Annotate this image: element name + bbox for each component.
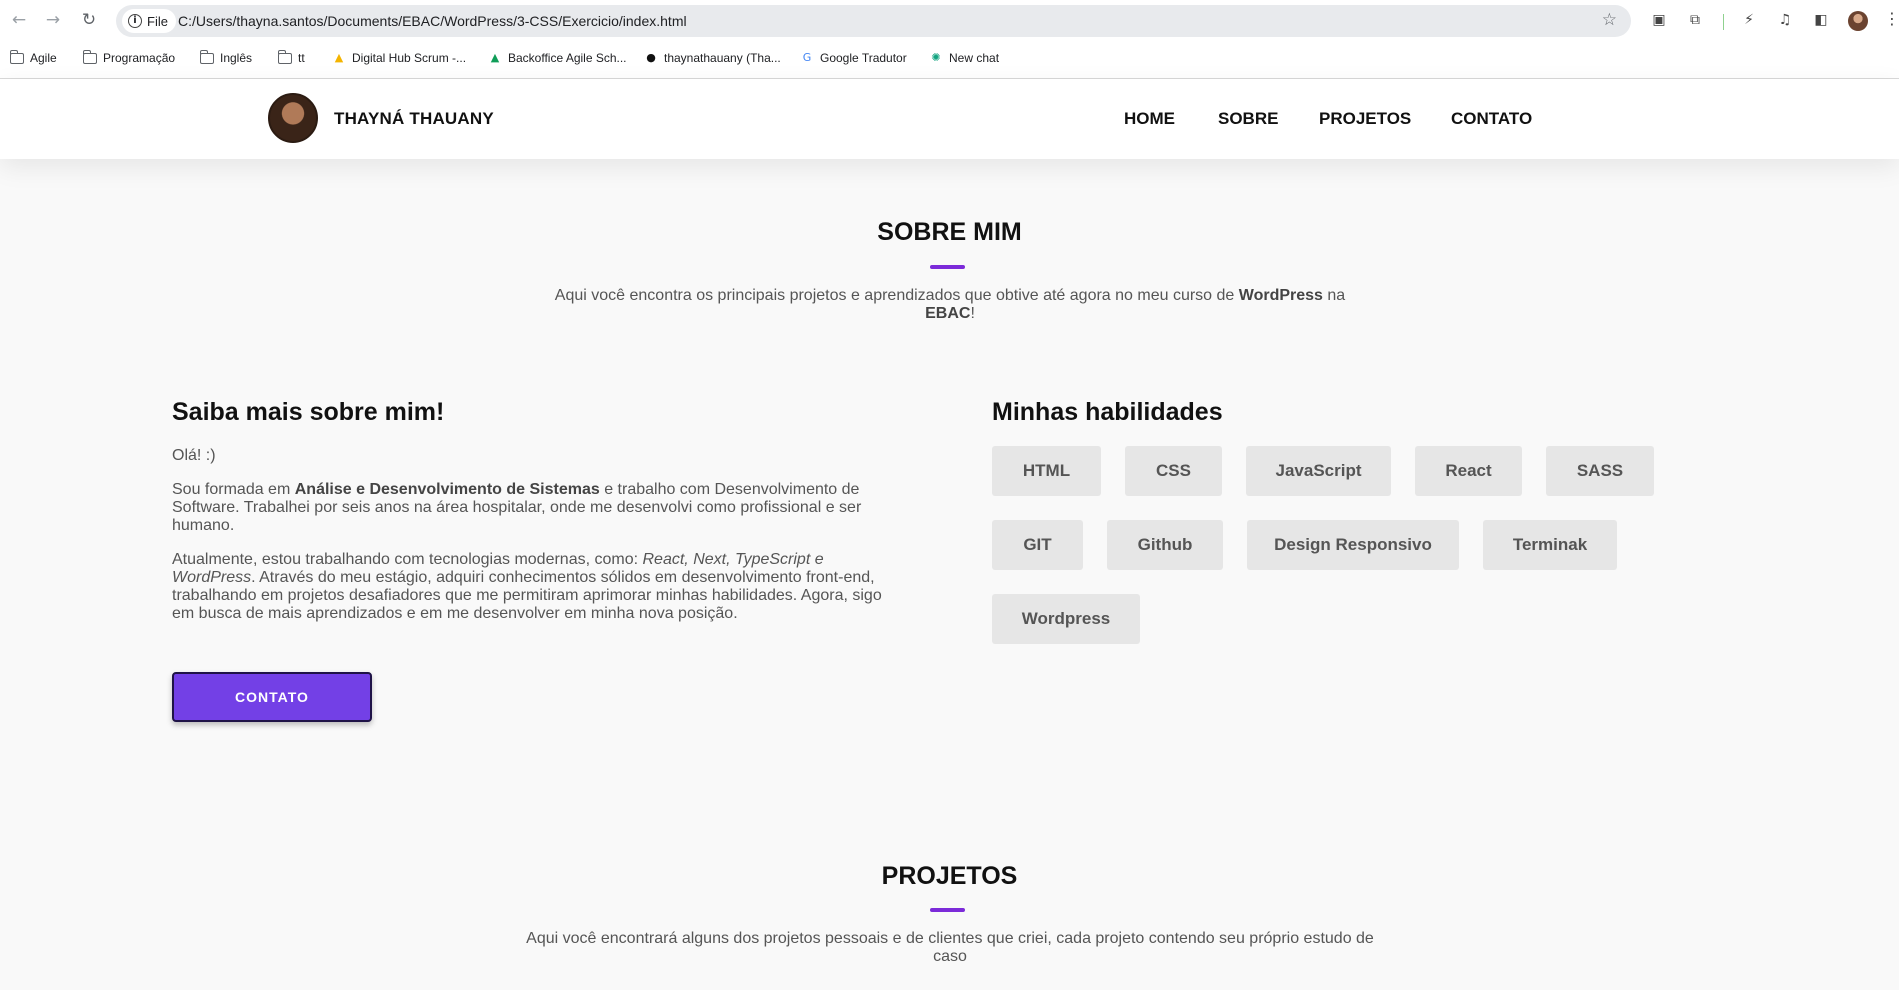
bookmarks-bar: Agile Programação Inglês tt ▲ Digital Hu… (0, 47, 1899, 69)
skill-tag: Terminak (1483, 520, 1617, 570)
skill-tag: HTML (992, 446, 1101, 496)
browser-toolbar: ← → ↻ i File C:/Users/thayna.santos/Docu… (0, 0, 1899, 42)
github-icon: ● (646, 51, 656, 64)
drive-icon: ▲ (490, 51, 500, 64)
folder-icon (82, 49, 97, 64)
browser-chrome: ← → ↻ i File C:/Users/thayna.santos/Docu… (0, 0, 1899, 79)
skill-tag: Github (1107, 520, 1223, 570)
nav-home[interactable]: HOME (1124, 109, 1175, 129)
profile-avatar[interactable] (1848, 11, 1868, 31)
title-underline (930, 908, 965, 912)
reload-icon[interactable]: ↻ (78, 9, 100, 31)
site-info-label: File (147, 13, 168, 29)
info-icon: i (128, 14, 142, 28)
title-underline (930, 265, 965, 269)
bookmark-star-icon[interactable]: ☆ (1602, 10, 1617, 30)
bookmark-item[interactable]: tt (277, 47, 305, 69)
bookmark-item[interactable]: ● thaynathauany (Tha... (644, 47, 781, 69)
projects-section-subtitle: Aqui você encontrará alguns dos projetos… (526, 930, 1374, 965)
bookmark-label: New chat (949, 51, 1000, 65)
url-text[interactable]: C:/Users/thayna.santos/Documents/EBAC/Wo… (178, 13, 687, 29)
skill-tag: GIT (992, 520, 1083, 570)
bookmark-item[interactable]: ▲ Backoffice Agile Sch... (488, 47, 627, 69)
paragraph-bold: Análise e Desenvolvimento de Sistemas (294, 481, 600, 498)
back-arrow-icon[interactable]: ← (8, 9, 30, 31)
bookmark-label: Agile (30, 51, 57, 65)
browser-menu-icon[interactable]: ⋮ (1884, 9, 1899, 28)
bookmark-item[interactable]: Agile (9, 47, 57, 69)
nav-contato[interactable]: CONTATO (1451, 109, 1532, 129)
puzzle-extensions-icon[interactable]: ⧉ (1686, 11, 1704, 29)
address-bar[interactable]: i File C:/Users/thayna.santos/Documents/… (116, 5, 1631, 37)
bookmark-label: Backoffice Agile Sch... (508, 51, 627, 65)
bookmark-label: Inglês (220, 51, 253, 65)
about-heading: Saiba mais sobre mim! (172, 398, 445, 426)
profile-photo (268, 93, 318, 143)
subtitle-text: na (1322, 287, 1346, 304)
paragraph-text: Sou formada em (172, 481, 295, 498)
bookmark-item[interactable]: ✺ New chat (929, 47, 999, 69)
paragraph-text: . Através do meu estágio, adquiri conhec… (172, 569, 882, 622)
about-section-title: SOBRE MIM (877, 218, 1022, 246)
contact-button[interactable]: CONTATO (172, 672, 372, 722)
folder-icon (9, 49, 24, 64)
about-paragraph-1: Sou formada em Análise e Desenvolvimento… (172, 481, 892, 535)
chatgpt-icon: ✺ (931, 51, 941, 64)
side-panel-icon[interactable]: ◧ (1812, 11, 1830, 29)
nav-sobre[interactable]: SOBRE (1218, 109, 1278, 129)
forward-arrow-icon[interactable]: → (42, 9, 64, 31)
subtitle-text: Aqui você encontra os principais projeto… (554, 287, 1239, 304)
bookmark-label: Digital Hub Scrum -... (352, 51, 467, 65)
folder-icon (199, 49, 214, 64)
bookmark-item[interactable]: G Google Tradutor (800, 47, 907, 69)
paragraph-text: Atualmente, estou trabalhando com tecnol… (172, 551, 643, 568)
subtitle-bold: EBAC (925, 305, 971, 322)
bookmark-label: thaynathauany (Tha... (664, 51, 781, 65)
site-header: THAYNÁ THAUANY HOME SOBRE PROJETOS CONTA… (0, 79, 1899, 159)
bookmark-label: tt (298, 51, 305, 65)
about-greeting: Olá! :) (172, 447, 216, 464)
skills-heading: Minhas habilidades (992, 398, 1223, 426)
skill-tag: JavaScript (1246, 446, 1391, 496)
skill-tag: Wordpress (992, 594, 1140, 644)
skill-tag: React (1415, 446, 1522, 496)
about-paragraph-2: Atualmente, estou trabalhando com tecnol… (172, 551, 892, 623)
performance-icon[interactable]: ⚡ (1740, 11, 1758, 29)
drive-icon: ▲ (334, 51, 344, 64)
site-info-chip[interactable]: i File (122, 9, 176, 33)
extension-icon[interactable]: ▣ (1650, 11, 1668, 29)
subtitle-bold: WordPress (1238, 287, 1323, 304)
bookmark-item[interactable]: ▲ Digital Hub Scrum -... (332, 47, 466, 69)
about-section-subtitle: Aqui você encontra os principais projeto… (540, 287, 1360, 323)
bookmark-label: Google Tradutor (820, 51, 907, 65)
projects-section-title: PROJETOS (881, 862, 1018, 890)
bookmark-item[interactable]: Programação (82, 47, 176, 69)
skill-tag: Design Responsivo (1247, 520, 1459, 570)
nav-projetos[interactable]: PROJETOS (1319, 109, 1411, 129)
translate-icon: G (802, 51, 812, 64)
toolbar-divider (1723, 14, 1724, 30)
subtitle-text: ! (970, 305, 975, 322)
skill-tag: CSS (1125, 446, 1222, 496)
brand-name[interactable]: THAYNÁ THAUANY (334, 109, 494, 129)
skill-tag: SASS (1546, 446, 1654, 496)
bookmark-label: Programação (103, 51, 176, 65)
folder-icon (277, 49, 292, 64)
bookmark-item[interactable]: Inglês (199, 47, 253, 69)
media-control-icon[interactable]: ♫ (1776, 11, 1794, 29)
